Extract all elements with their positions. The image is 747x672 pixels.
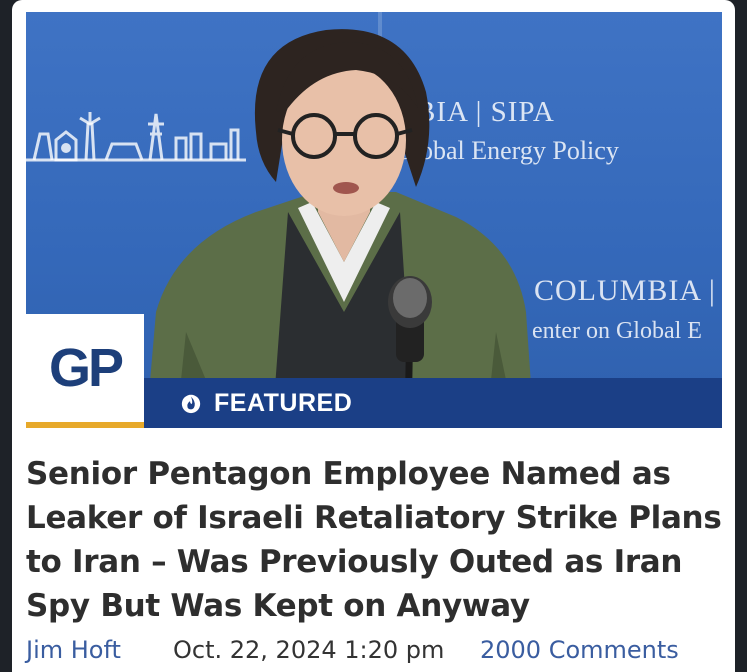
featured-badge: FEATURED [144, 378, 722, 428]
author-link[interactable]: Jim Hoft [26, 636, 121, 664]
article-card: BIA | SIPA Global Energy Policy COLUMBIA… [12, 0, 735, 672]
fire-icon [181, 394, 201, 414]
gp-logo-text: GP [48, 338, 124, 398]
featured-image[interactable]: BIA | SIPA Global Energy Policy COLUMBIA… [26, 12, 722, 428]
article-headline[interactable]: Senior Pentagon Employee Named as Leaker… [26, 452, 726, 628]
article-meta: Jim Hoft Oct. 22, 2024 1:20 pm 2000 Comm… [26, 636, 731, 672]
featured-label: FEATURED [214, 388, 353, 417]
gp-logo: GP [26, 314, 144, 428]
publish-date: Oct. 22, 2024 1:20 pm [173, 636, 445, 664]
comments-link[interactable]: 2000 Comments [480, 636, 679, 664]
